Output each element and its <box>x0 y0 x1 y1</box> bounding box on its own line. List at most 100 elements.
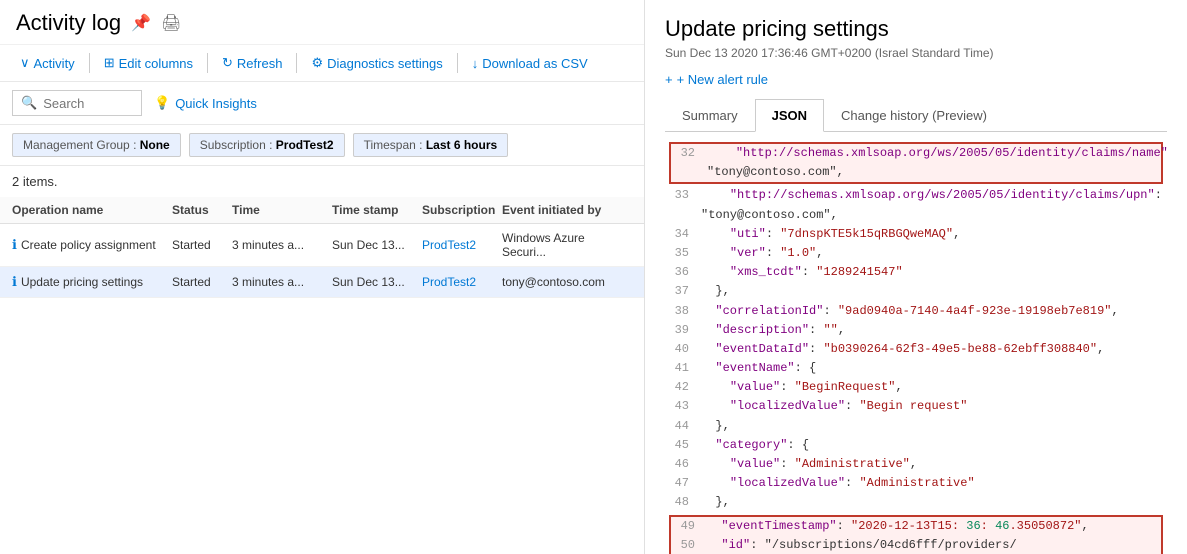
chevron-down-icon: ∨ <box>20 55 30 71</box>
separator <box>296 53 297 73</box>
line-number: 34 <box>673 225 701 244</box>
json-content: "correlationId": "9ad0940a-7140-4a4f-923… <box>701 302 1159 321</box>
line-number: 49 <box>679 517 707 536</box>
print-icon[interactable]: 🖨 <box>161 13 181 33</box>
json-content: "localizedValue": "Administrative" <box>701 474 1159 493</box>
subscription-filter[interactable]: Subscription : ProdTest2 <box>189 133 345 157</box>
line-number: 32 <box>679 144 707 163</box>
json-line: 42 "value": "BeginRequest", <box>665 378 1167 397</box>
json-content: "description": "", <box>701 321 1159 340</box>
plus-icon: + <box>665 72 673 87</box>
json-content: }, <box>701 493 1159 512</box>
activity-button[interactable]: ∨ Activity <box>12 51 83 75</box>
line-number: 39 <box>673 321 701 340</box>
separator <box>89 53 90 73</box>
refresh-icon: ↻ <box>222 55 233 71</box>
json-line: 41 "eventName": { <box>665 359 1167 378</box>
json-content: "category": { <box>701 436 1159 455</box>
line-number: 50 <box>679 536 707 554</box>
line-number <box>679 163 707 182</box>
search-icon: 🔍 <box>21 95 37 111</box>
line-number: 48 <box>673 493 701 512</box>
page-title: Activity log <box>16 10 121 36</box>
left-panel: Activity log 📌 🖨 ∨ Activity ⊞ Edit colum… <box>0 0 645 554</box>
subscription-link[interactable]: ProdTest2 <box>422 238 502 252</box>
json-content: "id": "/subscriptions/04cd6fff/providers… <box>707 536 1153 554</box>
tab-json[interactable]: JSON <box>755 99 824 132</box>
line-number: 36 <box>673 263 701 282</box>
json-line: 33 "http://schemas.xmlsoap.org/ws/2005/0… <box>665 186 1167 205</box>
table-row[interactable]: ℹ Create policy assignment Started 3 min… <box>0 224 644 267</box>
filters-bar: Management Group : None Subscription : P… <box>0 125 644 166</box>
edit-columns-button[interactable]: ⊞ Edit columns <box>96 51 201 75</box>
info-icon: ℹ <box>12 274 17 290</box>
json-line: 39 "description": "", <box>665 321 1167 340</box>
line-number: 35 <box>673 244 701 263</box>
refresh-button[interactable]: ↻ Refresh <box>214 51 290 75</box>
detail-tabs: Summary JSON Change history (Preview) <box>665 99 1167 132</box>
json-content: "value": "BeginRequest", <box>701 378 1159 397</box>
line-number: 44 <box>673 417 701 436</box>
json-line: 46 "value": "Administrative", <box>665 455 1167 474</box>
json-line: "tony@contoso.com", <box>671 163 1161 182</box>
toolbar: ∨ Activity ⊞ Edit columns ↻ Refresh ⚙ Di… <box>0 45 644 82</box>
json-line: 38 "correlationId": "9ad0940a-7140-4a4f-… <box>665 302 1167 321</box>
item-count: 2 items. <box>0 166 644 197</box>
json-content: "value": "Administrative", <box>701 455 1159 474</box>
json-line: 47 "localizedValue": "Administrative" <box>665 474 1167 493</box>
info-icon: ℹ <box>12 237 17 253</box>
col-operation-name: Operation name <box>12 203 172 217</box>
json-line: 32 "http://schemas.xmlsoap.org/ws/2005/0… <box>671 144 1161 163</box>
line-number: 43 <box>673 397 701 416</box>
line-number: 33 <box>673 186 701 205</box>
table-row[interactable]: ℹ Update pricing settings Started 3 minu… <box>0 267 644 298</box>
json-line: 48 }, <box>665 493 1167 512</box>
col-event-by: Event initiated by <box>502 203 632 217</box>
tab-change-history[interactable]: Change history (Preview) <box>824 99 1004 132</box>
col-status: Status <box>172 203 232 217</box>
json-content: "http://schemas.xmlsoap.org/ws/2005/05/i… <box>707 144 1167 163</box>
table-header: Operation name Status Time Time stamp Su… <box>0 197 644 224</box>
search-box[interactable]: 🔍 <box>12 90 142 116</box>
line-number <box>673 206 701 225</box>
json-content: "ver": "1.0", <box>701 244 1159 263</box>
diagnostics-button[interactable]: ⚙ Diagnostics settings <box>303 51 450 75</box>
quick-insights-button[interactable]: 💡 Quick Insights <box>154 95 257 111</box>
operation-name-cell: ℹ Create policy assignment <box>12 237 172 253</box>
json-content: "localizedValue": "Begin request" <box>701 397 1159 416</box>
json-line: 40 "eventDataId": "b0390264-62f3-49e5-be… <box>665 340 1167 359</box>
title-bar: Activity log 📌 🖨 <box>0 0 644 45</box>
json-content: "eventName": { <box>701 359 1159 378</box>
columns-icon: ⊞ <box>104 55 115 71</box>
separator <box>207 53 208 73</box>
json-content: "eventTimestamp": "2020-12-13T15: 36: 46… <box>707 517 1153 536</box>
separator <box>457 53 458 73</box>
tab-summary[interactable]: Summary <box>665 99 755 132</box>
gear-icon: ⚙ <box>311 55 323 71</box>
col-time: Time <box>232 203 332 217</box>
detail-subtitle: Sun Dec 13 2020 17:36:46 GMT+0200 (Israe… <box>665 46 1167 60</box>
json-viewer: 32 "http://schemas.xmlsoap.org/ws/2005/0… <box>665 132 1167 554</box>
line-number: 47 <box>673 474 701 493</box>
pin-icon[interactable]: 📌 <box>131 13 151 33</box>
search-input[interactable] <box>43 96 133 111</box>
new-alert-button[interactable]: + + New alert rule <box>665 72 1167 87</box>
line-number: 40 <box>673 340 701 359</box>
subscription-link[interactable]: ProdTest2 <box>422 275 502 289</box>
line-number: 46 <box>673 455 701 474</box>
management-group-filter[interactable]: Management Group : None <box>12 133 181 157</box>
json-line: 44 }, <box>665 417 1167 436</box>
operation-name-cell: ℹ Update pricing settings <box>12 274 172 290</box>
json-line: 35 "ver": "1.0", <box>665 244 1167 263</box>
col-timestamp: Time stamp <box>332 203 422 217</box>
json-highlight-box: 49 "eventTimestamp": "2020-12-13T15: 36:… <box>669 515 1163 554</box>
timespan-filter[interactable]: Timespan : Last 6 hours <box>353 133 509 157</box>
download-icon: ↓ <box>472 56 479 71</box>
line-number: 41 <box>673 359 701 378</box>
json-line: 34 "uti": "7dnspKTE5k15qRBGQweMAQ", <box>665 225 1167 244</box>
json-content: "tony@contoso.com", <box>701 206 1159 225</box>
json-line: 43 "localizedValue": "Begin request" <box>665 397 1167 416</box>
json-content: }, <box>701 417 1159 436</box>
json-content: "xms_tcdt": "1289241547" <box>701 263 1159 282</box>
download-button[interactable]: ↓ Download as CSV <box>464 52 596 75</box>
